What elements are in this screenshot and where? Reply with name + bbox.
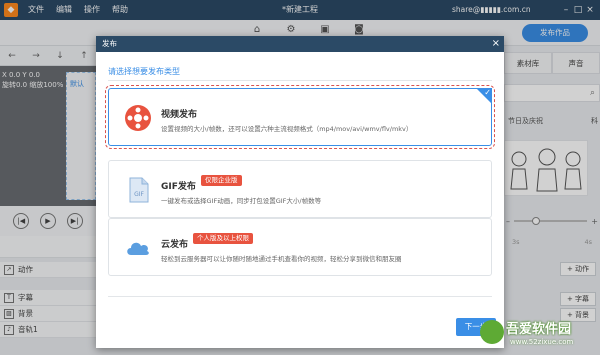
option-description: 轻松到云服务器可以让你随时随地通过手机查看你的视频，轻松分享到微信和朋友圈 (161, 255, 402, 263)
dialog-prompt: 请选择想要发布类型 (108, 67, 180, 76)
site-watermark: 吾爱软件园 www.52zixue.com (478, 318, 598, 352)
dialog-title: 发布 (102, 39, 117, 48)
film-reel-icon (125, 105, 151, 131)
publish-dialog: 发布 × 请选择想要发布类型 视频发布 设置视频的大小/帧数，还可以设置六种主流… (96, 36, 504, 348)
option-gif-publish[interactable]: GIF GIF发布 仅限企业版 一键发布或选择GIF动画，同步打包设置GIF大小… (108, 160, 492, 218)
option-video-publish[interactable]: 视频发布 设置视频的大小/帧数，还可以设置六种主流视频格式（mp4/mov/av… (105, 85, 495, 149)
selected-check-icon: ✓ (476, 88, 492, 104)
svg-text:GIF: GIF (134, 191, 144, 198)
divider (108, 80, 492, 81)
divider (108, 296, 492, 297)
option-title: GIF发布 (161, 182, 196, 192)
enterprise-only-badge: 仅限企业版 (201, 175, 242, 186)
watermark-url: www.52zixue.com (510, 338, 574, 346)
dialog-close-button[interactable]: × (492, 36, 500, 52)
option-description: 设置视频的大小/帧数，还可以设置六种主流视频格式（mp4/mov/avi/wmv… (161, 125, 413, 133)
watermark-title: 吾爱软件园 (506, 322, 572, 337)
option-title: 云发布 (161, 240, 189, 250)
option-description: 一键发布或选择GIF动画，同步打包设置GIF大小/帧数等 (161, 197, 322, 205)
watermark-logo-icon (480, 320, 504, 344)
gif-file-icon: GIF (129, 177, 149, 203)
option-cloud-publish[interactable]: 云发布 个人版及以上权限 轻松到云服务器可以让你随时随地通过手机查看你的视频，轻… (108, 218, 492, 276)
cloud-icon (127, 242, 149, 255)
option-title: 视频发布 (161, 110, 198, 120)
dialog-header: 发布 × (96, 36, 504, 52)
personal-edition-badge: 个人版及以上权限 (193, 233, 253, 244)
